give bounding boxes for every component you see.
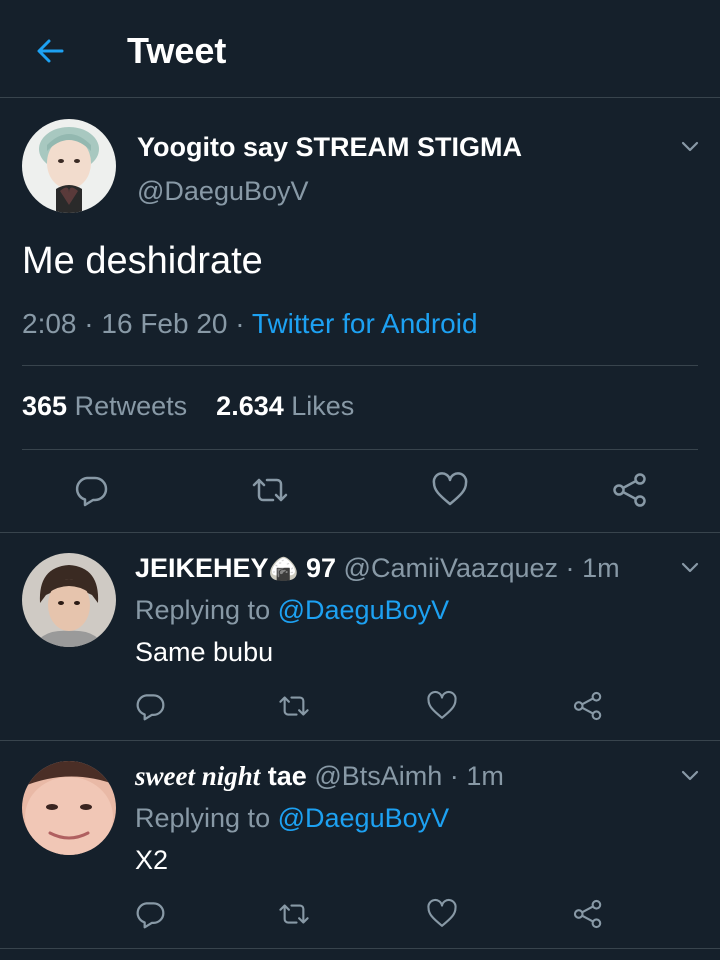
share-button[interactable]: [570, 688, 606, 724]
avatar[interactable]: [22, 119, 116, 213]
reply-actions: [0, 896, 720, 932]
retweet-button[interactable]: [250, 470, 290, 510]
divider: [22, 449, 698, 450]
main-tweet: Yoogito say STREAM STIGMA @DaeguBoyV Me …: [0, 98, 720, 533]
meta-separator: ·: [565, 553, 575, 583]
reply-time: 1m: [582, 553, 620, 583]
retweet-button[interactable]: [276, 688, 312, 724]
reply-text: Same bubu: [135, 637, 274, 667]
like-button[interactable]: [424, 896, 460, 932]
tweet-meta: 2:08 · 16 Feb 20 · Twitter for Android: [22, 308, 478, 340]
reply-handle[interactable]: @BtsAimh: [314, 761, 442, 791]
retweet-icon: [279, 904, 309, 924]
replying-to-link[interactable]: @DaeguBoyV: [278, 803, 450, 833]
tweet-stats: 365 Retweets 2.634 Likes: [22, 391, 354, 422]
heart-icon: [427, 898, 457, 927]
retweet-icon: [252, 478, 288, 502]
reply-text: X2: [135, 845, 169, 875]
reply-icon: [75, 476, 108, 507]
reply-display-name-plain[interactable]: tae: [268, 761, 307, 791]
divider: [22, 365, 698, 366]
heart-icon: [432, 472, 468, 506]
reply-button[interactable]: [132, 896, 168, 932]
reply-handle[interactable]: @CamiiVaazquez: [344, 553, 559, 583]
reply-icon: [136, 694, 165, 721]
share-icon: [573, 899, 602, 929]
retweets-count: 365: [22, 391, 68, 421]
reply-button[interactable]: [132, 688, 168, 724]
retweets-stat[interactable]: 365 Retweets: [22, 391, 187, 421]
rice-ball-icon: 🍙: [268, 556, 299, 583]
share-icon: [573, 691, 602, 721]
reply-icon: [136, 902, 165, 929]
tweet-menu-button[interactable]: [678, 134, 702, 158]
arrow-left-icon: [37, 39, 64, 63]
chevron-down-icon: [681, 562, 699, 573]
tweet-date: 16 Feb 20: [101, 308, 228, 339]
share-button[interactable]: [610, 470, 650, 510]
retweet-button[interactable]: [276, 896, 312, 932]
chevron-down-icon: [681, 770, 699, 781]
replying-to: Replying to @DaeguBoyV: [135, 595, 449, 626]
tweet-time: 2:08: [22, 308, 77, 339]
page-title: Tweet: [127, 30, 227, 71]
replying-prefix: Replying to: [135, 803, 271, 833]
reply-header: sweet night tae @BtsAimh · 1m: [135, 761, 504, 792]
reply-menu-button[interactable]: [678, 763, 702, 787]
meta-separator: ·: [84, 308, 94, 339]
tweet-source-link[interactable]: Twitter for Android: [252, 308, 478, 339]
reply-tweet[interactable]: JEIKEHEY🍙 97 @CamiiVaazquez · 1m Replyin…: [0, 533, 720, 741]
handle[interactable]: @DaeguBoyV: [137, 176, 309, 207]
replying-to: Replying to @DaeguBoyV: [135, 803, 449, 834]
retweets-label: Retweets: [74, 391, 188, 421]
tweet-actions: [0, 470, 720, 510]
reply-menu-button[interactable]: [678, 555, 702, 579]
replying-to-link[interactable]: @DaeguBoyV: [278, 595, 450, 625]
share-icon: [613, 473, 646, 507]
back-button[interactable]: [30, 31, 70, 71]
like-button[interactable]: [424, 688, 460, 724]
avatar[interactable]: [22, 553, 116, 647]
reply-tweet[interactable]: sweet night tae @BtsAimh · 1m Replying t…: [0, 741, 720, 949]
top-bar: Tweet: [0, 0, 720, 98]
display-name[interactable]: Yoogito say STREAM STIGMA: [137, 132, 522, 163]
reply-display-name[interactable]: JEIKEHEY: [135, 553, 269, 583]
reply-display-name[interactable]: sweet night: [135, 761, 260, 791]
reply-time: 1m: [466, 761, 504, 791]
likes-count: 2.634: [216, 391, 284, 421]
share-button[interactable]: [570, 896, 606, 932]
tweet-text: Me deshidrate: [22, 240, 263, 282]
like-button[interactable]: [430, 470, 470, 510]
likes-stat[interactable]: 2.634 Likes: [216, 391, 354, 421]
chevron-down-icon: [681, 141, 699, 152]
retweet-icon: [279, 696, 309, 716]
reply-display-name-suffix[interactable]: 97: [306, 553, 336, 583]
avatar[interactable]: [22, 761, 116, 855]
meta-separator: ·: [235, 308, 245, 339]
reply-button[interactable]: [71, 470, 111, 510]
replying-prefix: Replying to: [135, 595, 271, 625]
reply-actions: [0, 688, 720, 724]
likes-label: Likes: [291, 391, 355, 421]
meta-separator: ·: [449, 761, 459, 791]
reply-header: JEIKEHEY🍙 97 @CamiiVaazquez · 1m: [135, 553, 620, 584]
heart-icon: [427, 690, 457, 719]
